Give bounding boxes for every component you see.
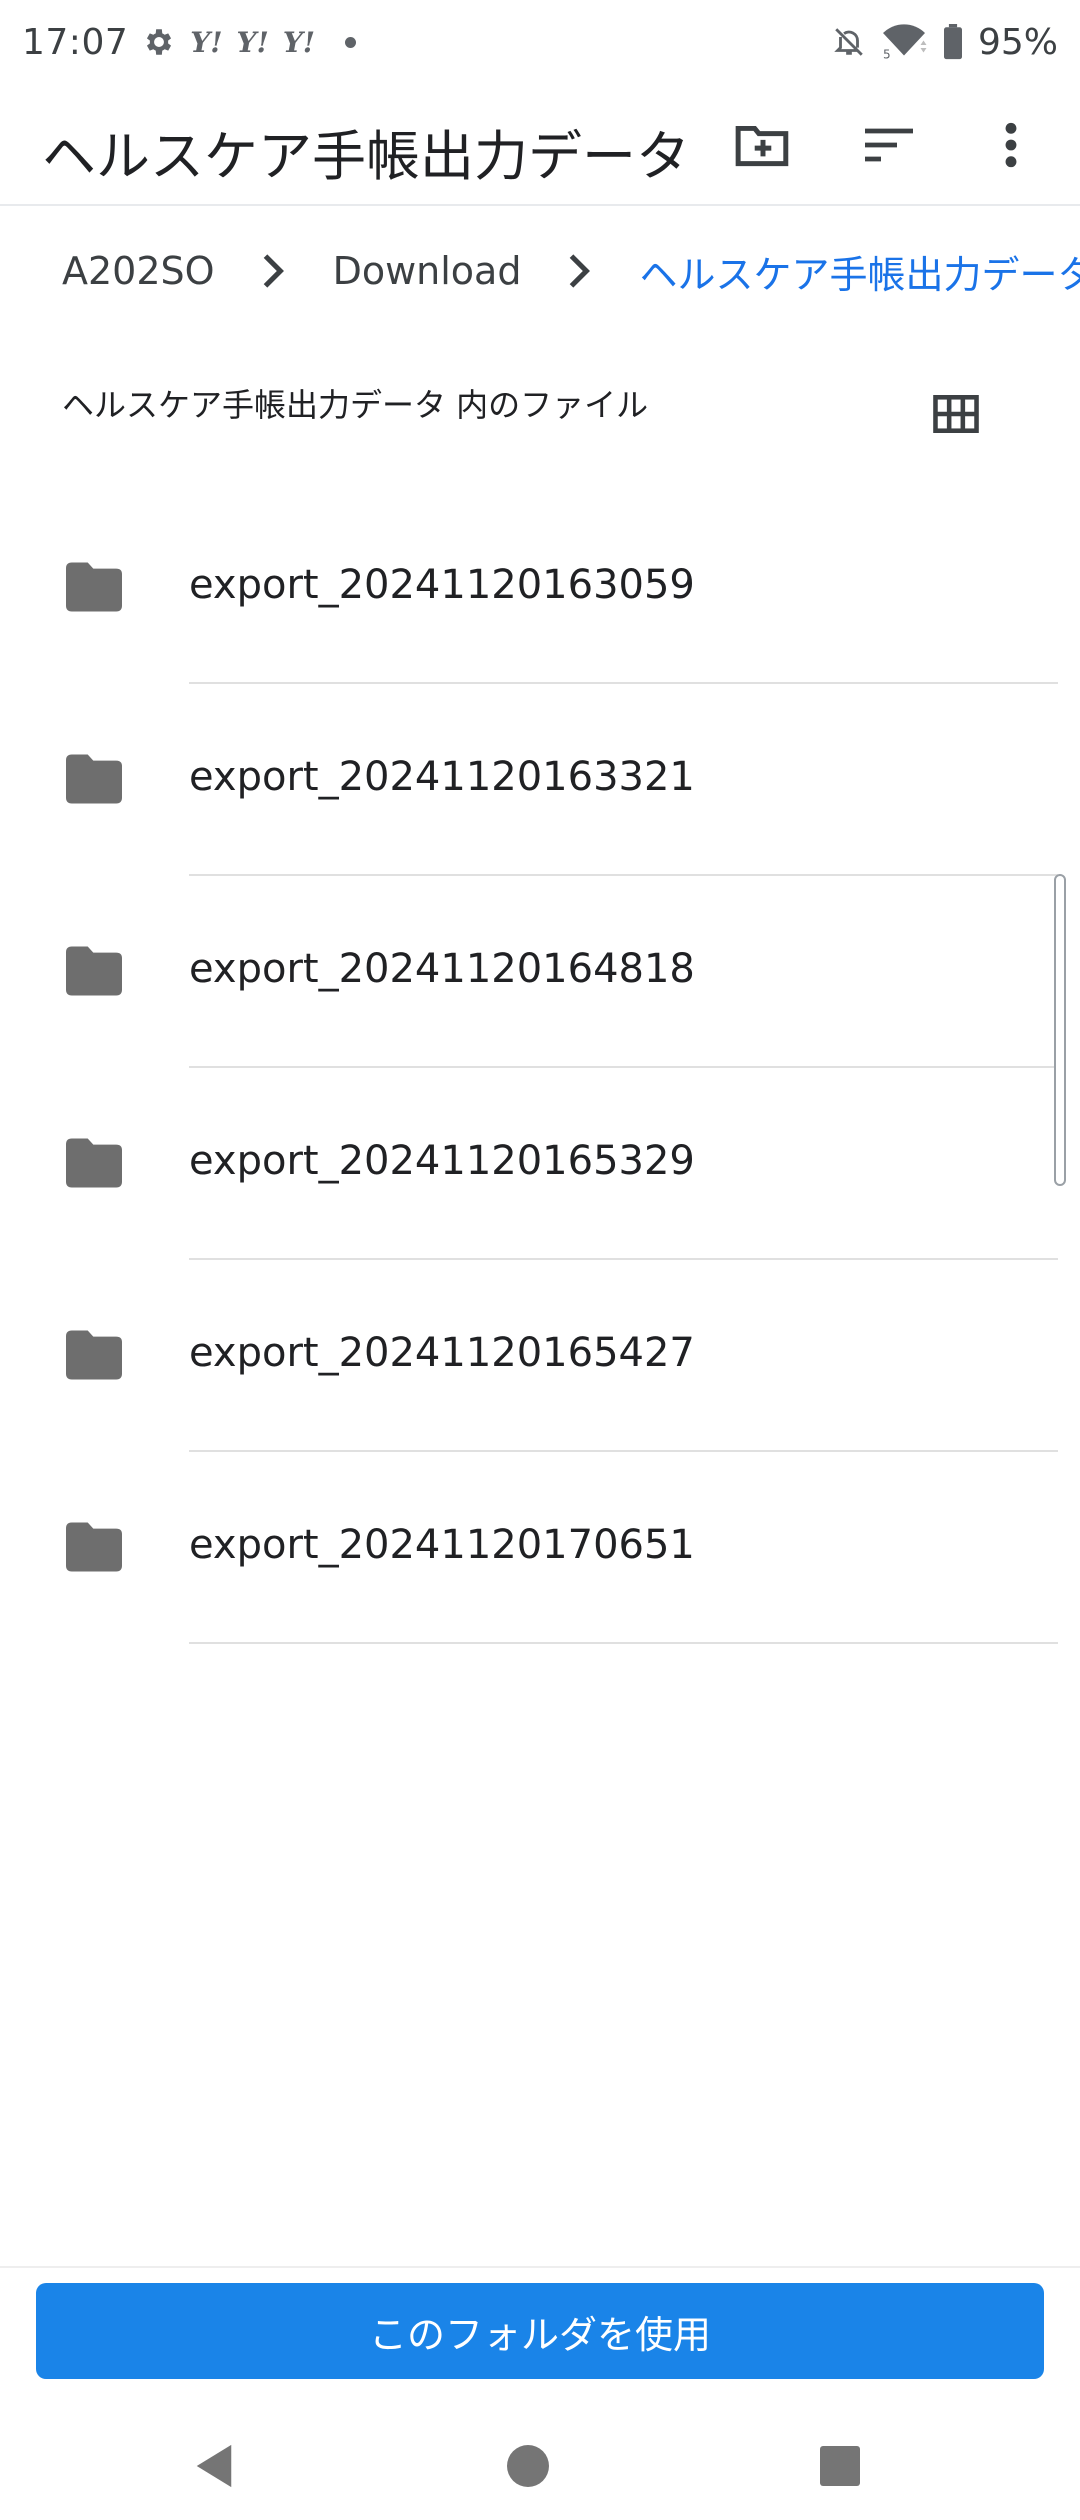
scrollbar[interactable] <box>1054 874 1066 1186</box>
file-name: export_20241120164818 <box>189 946 695 992</box>
breadcrumb-item-download[interactable]: Download <box>333 249 522 293</box>
top-app-bar: ヘルスケア手帳出力データ <box>0 84 1080 206</box>
yahoo-icon: Y! <box>190 25 223 59</box>
more-vert-icon[interactable] <box>978 112 1044 178</box>
folder-icon <box>66 1138 122 1188</box>
chevron-right-icon <box>247 244 301 298</box>
file-name: export_20241120165329 <box>189 1138 695 1184</box>
home-icon[interactable] <box>488 2426 568 2506</box>
divider <box>0 2266 1080 2268</box>
breadcrumb-item-root[interactable]: A202SO <box>62 249 215 293</box>
status-left: 17:07 Y! Y! Y! <box>22 21 357 63</box>
gear-icon <box>142 25 176 59</box>
breadcrumb-item-current[interactable]: ヘルスケア手帳出力データ <box>639 244 1080 299</box>
dot-icon <box>345 36 357 48</box>
yahoo-icon: Y! <box>282 25 316 59</box>
file-name: export_20241120163059 <box>189 562 695 608</box>
file-name: export_20241120165427 <box>189 1330 695 1376</box>
page-title: ヘルスケア手帳出力データ <box>42 125 690 188</box>
folder-icon <box>66 562 122 612</box>
sort-icon[interactable] <box>856 112 922 178</box>
file-list: export_20241120163059 export_20241120163… <box>0 492 1080 1644</box>
folder-icon <box>66 1330 122 1380</box>
list-item[interactable]: export_20241120165329 <box>0 1068 1080 1260</box>
grid-view-icon[interactable] <box>926 384 986 444</box>
yahoo-icon: Y! <box>236 25 269 59</box>
back-icon[interactable] <box>174 2426 254 2506</box>
section-header: ヘルスケア手帳出力データ 内のファイル <box>62 386 649 424</box>
list-item[interactable]: export_20241120165427 <box>0 1260 1080 1452</box>
breadcrumb: A202SO Download ヘルスケア手帳出力データ <box>62 236 1080 306</box>
recents-icon[interactable] <box>800 2426 880 2506</box>
list-item[interactable]: export_20241120170651 <box>0 1452 1080 1644</box>
folder-icon <box>66 946 122 996</box>
file-name: export_20241120163321 <box>189 754 695 800</box>
divider <box>189 1642 1058 1644</box>
chevron-right-icon <box>553 244 607 298</box>
notifications-off-icon <box>832 25 866 59</box>
status-bar: 17:07 Y! Y! Y! 5 95% <box>0 0 1080 84</box>
list-item[interactable]: export_20241120163059 <box>0 492 1080 684</box>
list-item[interactable]: export_20241120164818 <box>0 876 1080 1068</box>
battery-icon <box>942 24 964 60</box>
wifi-icon: 5 <box>880 24 928 60</box>
file-name: export_20241120170651 <box>189 1522 695 1568</box>
system-nav-bar <box>0 2400 1080 2520</box>
battery-percent: 95% <box>977 21 1058 63</box>
folder-icon <box>66 1522 122 1572</box>
use-this-folder-button[interactable]: このフォルダを使用 <box>36 2283 1044 2379</box>
svg-text:5: 5 <box>883 48 891 61</box>
create-folder-icon[interactable] <box>730 112 796 178</box>
status-time: 17:07 <box>22 21 129 63</box>
status-right: 5 95% <box>832 22 1058 63</box>
list-item[interactable]: export_20241120163321 <box>0 684 1080 876</box>
folder-icon <box>66 754 122 804</box>
